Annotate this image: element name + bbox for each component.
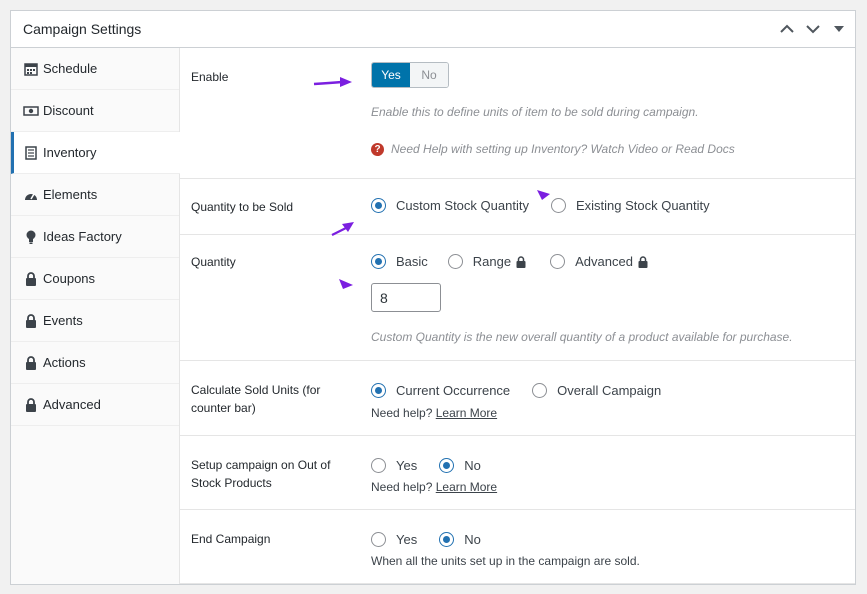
inventory-help-text[interactable]: Need Help with setting up Inventory? Wat… (391, 142, 735, 156)
calendar-icon (23, 61, 39, 77)
overall-campaign-radio[interactable] (532, 383, 548, 398)
quantity-to-be-sold-label: Quantity to be Sold (191, 200, 294, 214)
annotation-arrow-icon (339, 279, 353, 289)
basic-radio[interactable] (371, 254, 386, 269)
quantity-label: Quantity (191, 255, 236, 269)
end-campaign-no-label[interactable]: No (464, 532, 481, 547)
sidebar-item-label: Elements (43, 187, 98, 202)
lock-icon (638, 255, 648, 268)
end-campaign-description: When all the units set up in the campaig… (371, 554, 640, 568)
advanced-radio[interactable] (550, 254, 566, 269)
chevron-down-icon[interactable] (803, 19, 823, 39)
basic-label[interactable]: Basic (396, 254, 428, 269)
panel-controls (777, 19, 855, 39)
out-of-stock-no-label[interactable]: No (464, 458, 481, 473)
sidebar-item-ideas-factory[interactable]: Ideas Factory (11, 216, 179, 258)
panel-title: Campaign Settings (23, 21, 142, 37)
annotation-arrow-icon (331, 222, 354, 236)
help-prefix: Need help? (371, 406, 433, 420)
quantity-to-be-sold-row: Quantity to be Sold Custom Stock Quantit… (180, 179, 855, 235)
sidebar-item-elements[interactable]: Elements (11, 174, 179, 216)
sidebar-item-coupons[interactable]: Coupons (11, 258, 179, 300)
sidebar-item-label: Schedule (43, 61, 98, 76)
quantity-type-options: Basic Range Advanced (371, 254, 648, 269)
annotation-arrow-icon (537, 190, 550, 200)
current-occurrence-radio[interactable] (371, 383, 386, 398)
lock-icon (23, 271, 39, 287)
range-radio[interactable] (447, 254, 463, 269)
learn-more-link[interactable]: Learn More (436, 406, 497, 420)
chevron-up-icon[interactable] (777, 19, 797, 39)
calculate-sold-label: Calculate Sold Units (for counter bar) (191, 383, 321, 415)
campaign-settings-panel: Campaign Settings Schedule Discount Inve… (10, 10, 856, 585)
sidebar-item-advanced[interactable]: Advanced (11, 384, 179, 426)
custom-stock-radio[interactable] (371, 198, 386, 213)
current-occurrence-label[interactable]: Current Occurrence (396, 383, 510, 398)
sidebar-item-label: Inventory (43, 145, 97, 160)
sidebar-item-events[interactable]: Events (11, 300, 179, 342)
range-label[interactable]: Range (473, 254, 511, 269)
out-of-stock-options: Yes No (371, 458, 481, 473)
out-of-stock-label: Setup campaign on Out of Stock Products (191, 458, 331, 490)
sidebar-item-schedule[interactable]: Schedule (11, 48, 179, 90)
gauge-icon (23, 187, 39, 203)
sidebar-item-label: Discount (43, 103, 94, 118)
enable-description: Enable this to define units of item to b… (371, 105, 699, 119)
end-campaign-row: End Campaign Yes No When all the units s… (180, 510, 855, 584)
sidebar-item-label: Advanced (43, 397, 101, 412)
out-of-stock-yes-label[interactable]: Yes (396, 458, 417, 473)
out-of-stock-no-radio[interactable] (439, 458, 455, 473)
inventory-help: ? Need Help with setting up Inventory? W… (371, 142, 735, 156)
lock-icon (23, 397, 39, 413)
end-campaign-yes-label[interactable]: Yes (396, 532, 417, 547)
sidebar-item-label: Coupons (43, 271, 96, 286)
question-icon: ? (371, 142, 384, 156)
help-prefix: Need help? (371, 480, 433, 494)
end-campaign-yes-radio[interactable] (371, 532, 386, 547)
learn-more-link[interactable]: Learn More (436, 480, 497, 494)
money-icon (23, 103, 39, 119)
document-icon (23, 145, 39, 161)
out-of-stock-row: Setup campaign on Out of Stock Products … (180, 436, 855, 510)
caret-down-icon[interactable] (829, 19, 849, 39)
enable-row: Enable Yes No Enable this to define unit… (180, 48, 855, 179)
calculate-sold-row: Calculate Sold Units (for counter bar) C… (180, 361, 855, 436)
existing-stock-label[interactable]: Existing Stock Quantity (576, 198, 710, 213)
sidebar-item-actions[interactable]: Actions (11, 342, 179, 384)
lock-icon (516, 255, 526, 268)
out-of-stock-yes-radio[interactable] (371, 458, 386, 473)
enable-yes-button[interactable]: Yes (372, 63, 410, 87)
calculate-sold-help: Need help? Learn More (371, 406, 497, 420)
end-campaign-label: End Campaign (191, 532, 271, 546)
custom-stock-label[interactable]: Custom Stock Quantity (396, 198, 529, 213)
quantity-input[interactable] (371, 283, 441, 312)
out-of-stock-help: Need help? Learn More (371, 480, 497, 494)
end-campaign-no-radio[interactable] (439, 532, 455, 547)
settings-sidebar: Schedule Discount Inventory Elements Ide… (11, 48, 180, 584)
sidebar-item-label: Actions (43, 355, 86, 370)
settings-main: Enable Yes No Enable this to define unit… (180, 48, 855, 584)
enable-no-button[interactable]: No (410, 63, 448, 87)
quantity-description: Custom Quantity is the new overall quant… (371, 330, 793, 344)
sidebar-item-discount[interactable]: Discount (11, 90, 179, 132)
annotation-arrow-icon (313, 77, 352, 87)
enable-toggle[interactable]: Yes No (371, 62, 449, 88)
existing-stock-radio[interactable] (550, 198, 566, 213)
sidebar-item-label: Ideas Factory (43, 229, 122, 244)
overall-campaign-label[interactable]: Overall Campaign (557, 383, 661, 398)
sidebar-item-label: Events (43, 313, 83, 328)
quantity-row: Quantity Basic Range Advanced Cu (180, 235, 855, 361)
lock-icon (23, 313, 39, 329)
lock-icon (23, 355, 39, 371)
sidebar-item-inventory[interactable]: Inventory (11, 132, 180, 174)
lightbulb-icon (23, 229, 39, 245)
calculate-sold-options: Current Occurrence Overall Campaign (371, 383, 661, 398)
panel-header: Campaign Settings (11, 11, 855, 48)
end-campaign-options: Yes No (371, 532, 481, 547)
advanced-label[interactable]: Advanced (575, 254, 633, 269)
